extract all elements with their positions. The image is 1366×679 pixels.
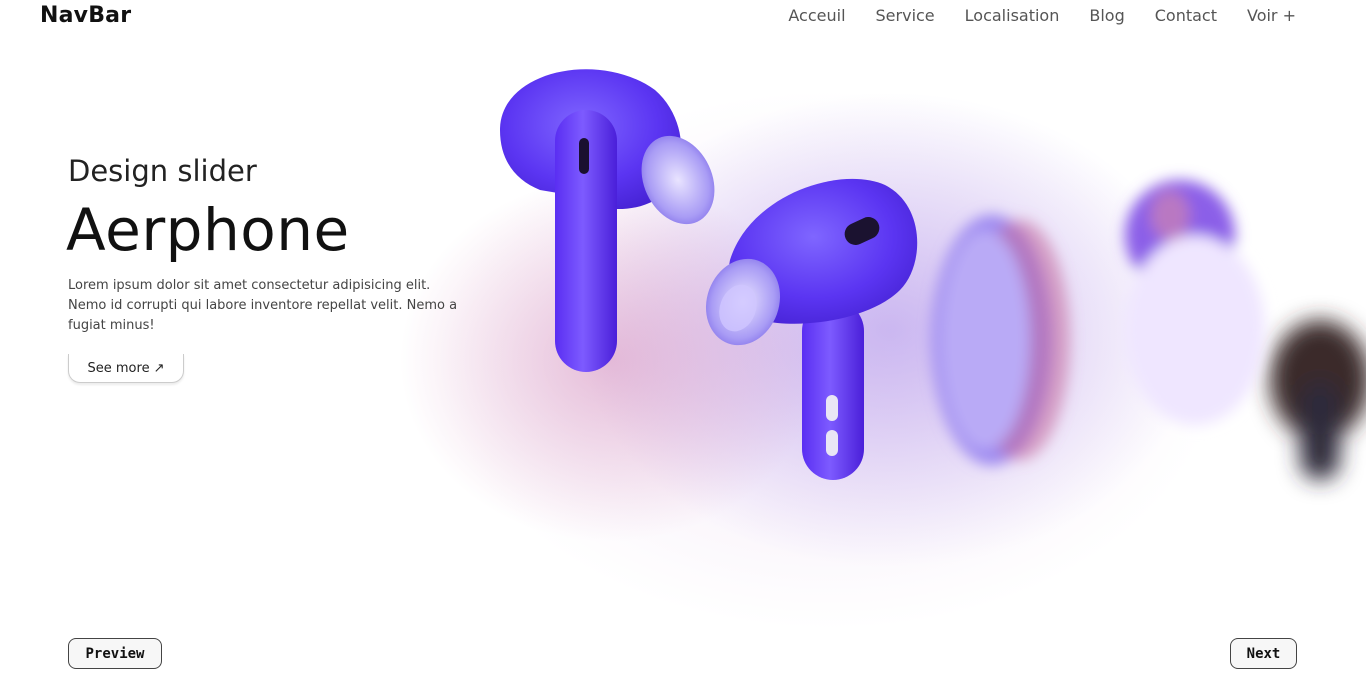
nav-item-blog[interactable]: Blog — [1089, 6, 1124, 25]
main-nav: Acceuil Service Localisation Blog Contac… — [788, 6, 1296, 25]
nav-item-localisation[interactable]: Localisation — [965, 6, 1060, 25]
hero-description: Lorem ipsum dolor sit amet consectetur a… — [68, 278, 458, 333]
product-slider-stage — [500, 69, 1366, 480]
hero-title: Aerphone — [66, 196, 350, 264]
nav-item-contact[interactable]: Contact — [1155, 6, 1217, 25]
arrow-up-right-icon: ↗ — [153, 360, 165, 376]
logo[interactable]: NavBar — [40, 3, 131, 28]
see-more-button[interactable]: See more ↗ — [68, 354, 184, 383]
earbud-blurred-case — [932, 180, 1265, 465]
nav-item-acceuil[interactable]: Acceuil — [788, 6, 845, 25]
earbud-primary — [500, 69, 715, 372]
nav-item-service[interactable]: Service — [876, 6, 935, 25]
hero-subtitle: Design slider — [68, 154, 257, 188]
top-navbar: NavBar Acceuil Service Localisation Blog… — [0, 0, 1366, 34]
preview-button[interactable]: Preview — [68, 638, 162, 669]
see-more-label: See more — [87, 360, 150, 376]
next-button[interactable]: Next — [1230, 638, 1297, 669]
earbud-secondary — [705, 178, 918, 480]
earbud-blurred-dark — [1270, 320, 1366, 480]
nav-item-voir-plus[interactable]: Voir + — [1247, 6, 1296, 25]
